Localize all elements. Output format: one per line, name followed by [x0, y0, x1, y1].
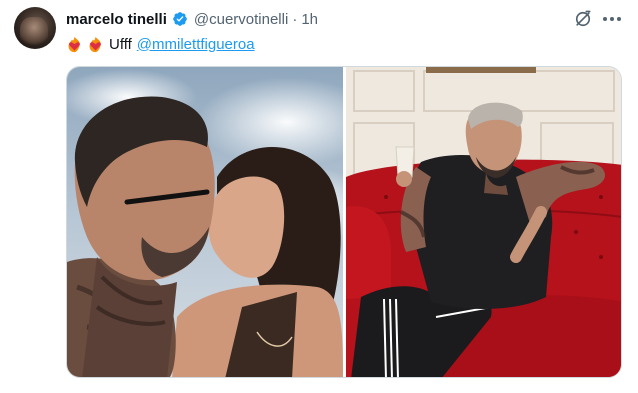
tweet-header: marcelo tinelli @cuervotinelli · 1h: [66, 9, 318, 29]
avatar[interactable]: [14, 7, 56, 49]
author-display-name[interactable]: marcelo tinelli: [66, 11, 167, 28]
couple-kiss-photo[interactable]: [67, 67, 343, 377]
tweet-media-grid: [66, 66, 622, 378]
tweet-timestamp[interactable]: 1h: [301, 11, 318, 28]
mention-link[interactable]: @mmilettfigueroa: [137, 36, 255, 53]
author-handle[interactable]: @cuervotinelli: [194, 11, 288, 28]
avatar-face: [20, 17, 48, 47]
heart-on-fire-emoji: [66, 36, 83, 53]
grok-icon[interactable]: [572, 8, 594, 30]
tweet-text: Ufff @mmilettfigueroa: [66, 33, 255, 55]
heart-on-fire-emoji: [87, 36, 104, 53]
man-on-red-sofa-photo[interactable]: [346, 67, 621, 377]
tweet-body-text: Ufff: [109, 35, 132, 53]
verified-badge-icon: [172, 11, 188, 27]
more-options-icon[interactable]: [600, 8, 624, 30]
tweet-card[interactable]: marcelo tinelli @cuervotinelli · 1h Ufff…: [0, 0, 638, 393]
header-separator: ·: [292, 10, 298, 28]
